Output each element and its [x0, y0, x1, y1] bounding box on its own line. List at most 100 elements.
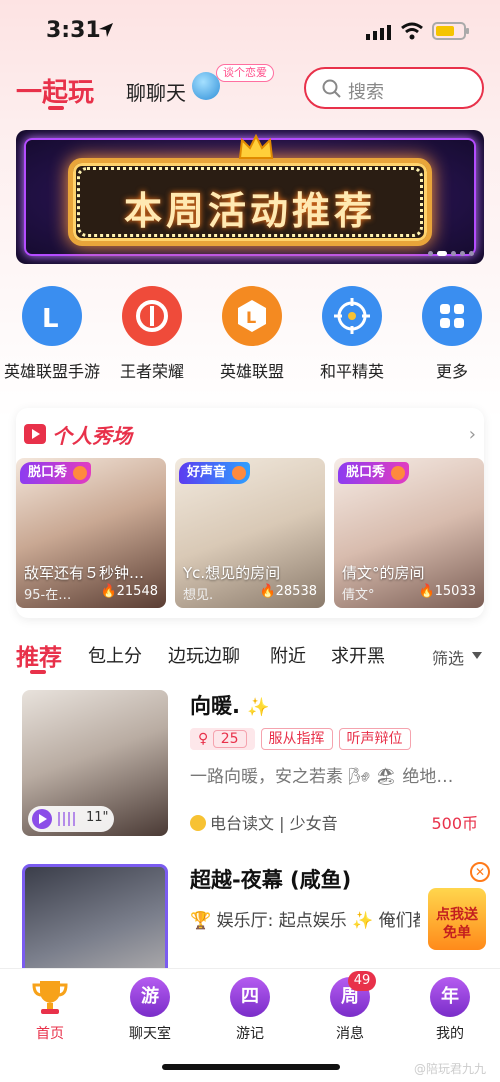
card-room-name: 倩文°的房间	[342, 564, 425, 582]
card-host-name: 想见.	[183, 588, 214, 603]
active-tab-indicator	[48, 106, 64, 110]
game-label: 王者荣耀	[119, 362, 184, 381]
banner-pager	[428, 251, 474, 256]
room-tag: 听声辩位	[338, 728, 411, 750]
room-tags: ♀ 25 服从指挥 听声辩位	[190, 728, 411, 750]
promo-box[interactable]: 点我送免单	[428, 888, 486, 950]
showcase-card[interactable]: 脱口秀 倩文°的房间 倩文° 🔥15033	[334, 458, 484, 608]
tab-profile[interactable]: 年 我的	[400, 977, 500, 1043]
tab-nearby[interactable]: 附近	[270, 642, 306, 668]
game-peace-elite[interactable]: 和平精英	[302, 284, 402, 382]
messages-icon: 周 49	[330, 971, 376, 1017]
game-more[interactable]: 更多	[402, 284, 500, 382]
card-room-name: 敌军还有５秒钟…	[24, 564, 145, 582]
card-hot-count: 🔥21548	[100, 584, 158, 599]
location-arrow-icon	[99, 23, 113, 37]
banner-title: 本周活动推荐	[123, 189, 376, 233]
voice-duration: 11"	[86, 810, 109, 825]
sparkle-icon: ✨	[247, 697, 270, 718]
svg-text:L: L	[42, 304, 59, 334]
game-label: 更多	[435, 362, 468, 381]
search-icon	[322, 79, 341, 98]
game-lol[interactable]: L 英雄联盟	[202, 284, 302, 382]
showcase-card[interactable]: 脱口秀 敌军还有５秒钟… 95-在… 🔥21548	[16, 458, 166, 608]
tab-chatroom[interactable]: 游 聊天室	[100, 977, 200, 1043]
tab-label: 首页	[36, 1026, 64, 1042]
game-lol-mobile[interactable]: L 英雄联盟手游	[2, 284, 102, 382]
close-icon[interactable]: ✕	[470, 862, 490, 882]
talk-show-badge: 脱口秀	[338, 462, 410, 484]
female-age-tag: ♀ 25	[190, 728, 255, 750]
tab-label: 我的	[436, 1026, 464, 1042]
tab-chat[interactable]: 聊聊天	[126, 77, 186, 106]
tab-home[interactable]: 首页	[0, 977, 100, 1043]
room-description: 一路向暖，安之若素 🌬 🏖 绝地…	[190, 767, 454, 787]
showcase-play-icon	[24, 424, 46, 444]
honor-of-kings-icon	[122, 286, 182, 346]
peace-elite-icon	[322, 286, 382, 346]
room-thumbnail: 11"	[22, 690, 168, 836]
lol-mobile-icon: L	[22, 286, 82, 346]
play-icon	[32, 809, 52, 829]
chevron-down-icon[interactable]	[472, 652, 482, 659]
waveform-icon	[58, 812, 76, 826]
talk-show-badge: 脱口秀	[20, 462, 92, 484]
chatroom-icon: 游	[130, 977, 170, 1017]
home-indicator	[162, 1064, 340, 1070]
tab-recommend[interactable]: 推荐	[16, 638, 62, 672]
chat-badge: 谈个恋爱	[216, 64, 274, 82]
tab-find-teammates[interactable]: 求开黑	[331, 642, 385, 668]
game-label: 和平精英	[319, 362, 384, 381]
room-meta: 电台读文 | 少女音	[190, 810, 338, 834]
card-host-name: 95-在…	[24, 588, 72, 603]
card-room-name: Yc.想见的房间	[183, 564, 281, 582]
tab-play-together[interactable]: 一起玩	[16, 72, 94, 109]
card-hot-count: 🔥15033	[418, 584, 476, 599]
journal-icon: 四	[230, 977, 270, 1017]
room-list-item[interactable]: 11" 向暖. ✨ ♀ 25 服从指挥 听声辩位 一路向暖，安之若素 🌬 🏖 绝…	[0, 690, 500, 840]
tab-label: 消息	[336, 1026, 364, 1042]
chevron-right-icon[interactable]: ›	[469, 424, 476, 445]
status-time: 3:31	[46, 18, 101, 43]
room-title: 超越-夜幕 (咸鱼)	[190, 868, 352, 892]
activity-banner[interactable]: 本周活动推荐	[16, 130, 484, 264]
radio-icon	[190, 815, 206, 831]
watermark: @陪玩君九九	[414, 1062, 487, 1076]
search-input[interactable]: 搜索	[304, 67, 484, 109]
game-label: 英雄联盟	[219, 362, 284, 381]
tab-journal[interactable]: 四 游记	[200, 977, 300, 1043]
room-description: 🏆 娱乐厅: 起点娱乐 ✨ 俺们都是	[190, 911, 420, 931]
game-label: 英雄联盟手游	[3, 362, 100, 381]
tab-label: 游记	[236, 1026, 264, 1042]
card-host-name: 倩文°	[342, 588, 375, 603]
room-tag: 服从指挥	[260, 728, 333, 750]
trophy-icon	[30, 977, 70, 1017]
room-title: 向暖. ✨	[190, 694, 270, 718]
card-hot-count: 🔥28538	[259, 584, 317, 599]
more-grid-icon	[422, 286, 482, 346]
unread-badge: 49	[348, 971, 376, 991]
game-category-row: L 英雄联盟手游 王者荣耀 L 英雄联盟 和平精英 更多	[0, 284, 500, 384]
active-category-indicator	[30, 670, 46, 674]
status-bar: 3:31	[0, 0, 500, 64]
battery-icon	[432, 22, 469, 40]
voice-intro[interactable]: 11"	[28, 806, 114, 832]
crown-icon	[238, 134, 274, 159]
svg-text:L: L	[246, 308, 256, 327]
search-placeholder: 搜索	[348, 82, 384, 103]
tab-play-and-chat[interactable]: 边玩边聊	[168, 642, 240, 668]
showcase-title: 个人秀场	[52, 424, 132, 448]
good-voice-badge: 好声音	[179, 462, 251, 484]
free-order-promo[interactable]: ✕ 点我送免单	[424, 862, 494, 952]
game-honor-of-kings[interactable]: 王者荣耀	[102, 284, 202, 382]
room-price: 500币	[431, 814, 478, 833]
profile-icon: 年	[430, 977, 470, 1017]
tab-label: 聊天室	[129, 1026, 171, 1042]
personal-showcase-section: 个人秀场 › 脱口秀 敌军还有５秒钟… 95-在… 🔥21548 好声音 Yc.…	[16, 408, 484, 618]
cellular-signal-icon	[366, 25, 391, 40]
filter-button[interactable]: 筛选	[432, 645, 464, 669]
showcase-card[interactable]: 好声音 Yc.想见的房间 想见. 🔥28538	[175, 458, 325, 608]
tab-boost-rank[interactable]: 包上分	[88, 642, 142, 668]
tab-messages[interactable]: 周 49 消息	[300, 971, 400, 1043]
lol-icon: L	[222, 286, 282, 346]
